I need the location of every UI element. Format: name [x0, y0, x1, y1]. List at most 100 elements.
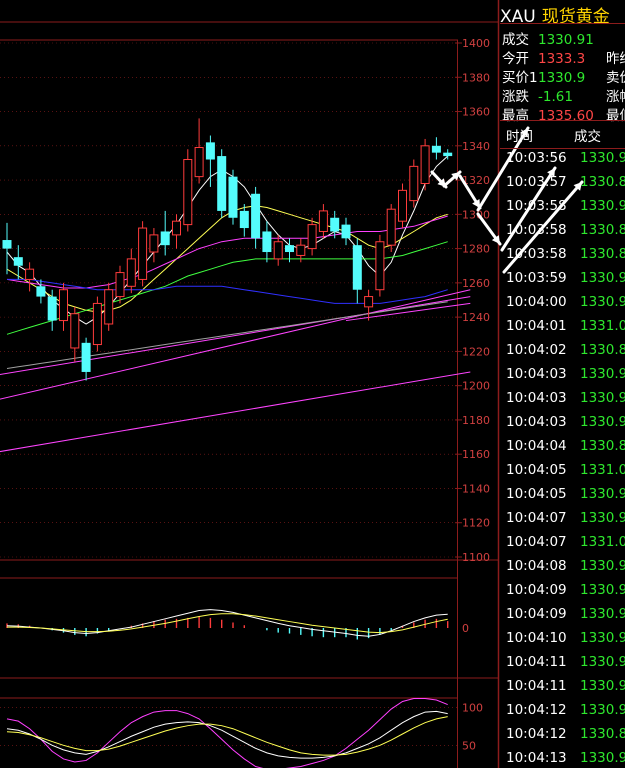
tick-time: 10:04:13 — [506, 750, 567, 766]
candle-body-up — [172, 220, 181, 236]
quote-value: -1.61 — [538, 89, 573, 105]
price-tick-label: 1280 — [462, 243, 490, 256]
tick-time: 10:03:57 — [506, 174, 567, 190]
tick-time: 10:04:12 — [506, 702, 567, 718]
tick-price: 1330.90 — [580, 294, 625, 310]
price-tick-label: 1200 — [462, 380, 490, 393]
price-tick-label: 1400 — [462, 37, 490, 50]
tick-time: 10:04:09 — [506, 606, 567, 622]
tick-price: 1330.92 — [580, 390, 625, 406]
candle-body-up — [138, 227, 148, 280]
candle-body-up — [296, 244, 306, 256]
candle-body-down — [47, 296, 57, 321]
candle-body-up — [307, 224, 317, 250]
tick-time: 10:04:00 — [506, 294, 567, 310]
tick-price: 1330.89 — [580, 174, 625, 190]
tick-time: 10:04:12 — [506, 726, 567, 742]
tick-price: 1330.99 — [580, 678, 625, 694]
price-tick-label: 1300 — [462, 208, 490, 221]
quote-value: 1333.3 — [538, 51, 586, 67]
tick-price: 1330.92 — [580, 702, 625, 718]
tick-price: 1330.86 — [580, 246, 625, 262]
candle-body-down — [217, 156, 227, 211]
tick-price: 1330.97 — [580, 486, 625, 502]
candle-body-down — [285, 245, 294, 253]
quote-label: 成交 — [502, 32, 529, 48]
tick-time: 10:04:02 — [506, 342, 567, 358]
candle-body-up — [398, 189, 407, 222]
kdj-tick-label: 100 — [462, 702, 483, 715]
price-tick-label: 1380 — [462, 71, 490, 84]
tick-price: 1330.96 — [580, 366, 625, 382]
trend-line — [0, 371, 471, 453]
candle-body-up — [115, 272, 125, 298]
candle-body-down — [341, 224, 351, 239]
tick-price: 1331.02 — [580, 318, 625, 334]
candle-body-up — [149, 234, 159, 253]
price-tick-label: 1360 — [462, 106, 490, 119]
candle-body-up — [273, 241, 283, 260]
candle-body-up — [375, 241, 385, 291]
tick-time: 10:04:08 — [506, 558, 567, 574]
candle-body-up — [420, 145, 430, 184]
header-divider — [500, 23, 625, 24]
tick-price: 1331.01 — [580, 462, 625, 478]
candle-body-down — [431, 145, 441, 153]
candle-body-up — [386, 208, 396, 246]
price-tick-label: 1340 — [462, 140, 490, 153]
candle-body-up — [409, 165, 419, 202]
quote-label-secondary: 最低 — [606, 108, 625, 124]
price-tick-label: 1100 — [462, 551, 490, 564]
candle-body-up — [183, 159, 193, 226]
quote-row: 成交 1330.91 — [502, 28, 606, 48]
price-tick-label: 1220 — [462, 345, 490, 358]
tick-price: 1330.86 — [580, 342, 625, 358]
quote-row: 涨跌 -1.61 涨幅 — [502, 85, 625, 105]
tick-time: 10:04:07 — [506, 510, 567, 526]
tick-time: 10:03:56 — [506, 150, 567, 166]
candle-body-down — [13, 257, 23, 266]
candle-body-down — [330, 217, 340, 232]
candle-body-up — [70, 313, 80, 349]
price-tick-label: 1240 — [462, 311, 490, 324]
kdj-tick-label: 50 — [462, 739, 476, 752]
tick-time: 10:03:58 — [506, 222, 567, 238]
tick-time: 10:04:09 — [506, 582, 567, 598]
tick-price: 1330.91 — [580, 270, 625, 286]
ma-line — [6, 155, 449, 325]
tick-time: 10:04:05 — [506, 486, 567, 502]
tick-price: 1330.98 — [580, 510, 625, 526]
candle-body-down — [228, 176, 238, 218]
candle-body-down — [160, 231, 170, 246]
candle-body-up — [25, 268, 35, 280]
candle-body-down — [239, 210, 249, 229]
tick-time: 10:04:11 — [506, 654, 567, 670]
quote-label: 买价1 — [502, 70, 538, 86]
macd-zero-label: 0 — [462, 622, 469, 635]
tick-price: 1330.91 — [580, 414, 625, 430]
tick-time: 10:03:59 — [506, 270, 567, 286]
candle-body-down — [443, 152, 453, 157]
tick-time: 10:04:10 — [506, 630, 567, 646]
kdj-d-line — [6, 716, 448, 756]
macd-dea-line — [7, 613, 448, 634]
quote-divider — [500, 120, 625, 121]
candle-body-down — [251, 193, 261, 239]
tick-time: 10:03:58 — [506, 246, 567, 262]
tick-price: 1330.91 — [580, 150, 625, 166]
tick-price: 1330.90 — [580, 654, 625, 670]
kline-chart[interactable]: 1400138013601340132013001280126012401220… — [0, 0, 584, 768]
tick-time: 10:04:04 — [506, 438, 567, 454]
tick-time: 10:04:01 — [506, 318, 567, 334]
candle-body-up — [194, 147, 204, 178]
instrument-code: XAU — [500, 7, 536, 27]
instrument-name: 现货黄金 — [541, 7, 610, 27]
quote-label-secondary: 卖价 — [606, 70, 625, 86]
tick-price: 1330.92 — [580, 558, 625, 574]
candle-body-up — [126, 258, 136, 287]
ticks-header-divider — [500, 148, 625, 149]
quote-label-secondary: 昨结 — [606, 51, 625, 67]
tick-price: 1330.84 — [580, 222, 625, 238]
quote-panel: XAU现货黄金 成交 1330.91 今开 1333.3 昨结买价11330.9 卖价涨跌… — [500, 0, 625, 768]
tick-price: 1330.84 — [580, 726, 625, 742]
